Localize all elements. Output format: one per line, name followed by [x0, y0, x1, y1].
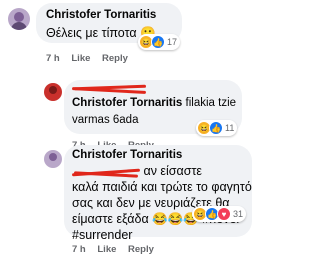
comment-actions: 7 h Like Reply [72, 244, 163, 255]
timestamp[interactable]: 7 h [72, 244, 86, 255]
comment-text: καλά παιδιά και τρώτε το φαγητό [72, 180, 252, 194]
avatar[interactable] [44, 150, 62, 168]
reaction-summary[interactable]: 😆 👍 17 [138, 34, 181, 50]
reaction-summary[interactable]: 😆 👍 11 [196, 120, 238, 136]
timestamp[interactable]: 7 h [46, 53, 60, 64]
comment-text: αν είσαστε [143, 164, 202, 178]
reply-link[interactable]: Reply [128, 244, 154, 255]
redacted-mention [71, 166, 141, 178]
avatar[interactable] [44, 83, 62, 101]
comment-author[interactable]: Christofer Tornaritis [46, 9, 156, 21]
like-icon: 👍 [151, 35, 165, 49]
comment-author[interactable]: Christofer Tornaritis [72, 149, 182, 161]
reaction-count: 11 [225, 123, 235, 133]
reaction-summary[interactable]: 😆 👍 ♥ 31 [192, 206, 247, 222]
comment-actions: 7 h Like Reply [46, 53, 137, 64]
comment-text: varmas 6ada [72, 114, 139, 126]
reaction-count: 17 [167, 37, 178, 47]
reaction-count: 31 [233, 209, 244, 219]
comment-text: filakia tzie [185, 97, 237, 109]
comment-text: #surrender [72, 228, 133, 242]
like-link[interactable]: Like [71, 53, 90, 64]
love-icon: ♥ [217, 207, 231, 221]
like-link[interactable]: Like [97, 244, 116, 255]
like-icon: 👍 [209, 121, 223, 135]
comment-bubble: Christofer Tornaritis αν είσαστε καλά πα… [64, 145, 252, 242]
reply-link[interactable]: Reply [102, 53, 128, 64]
avatar[interactable] [8, 8, 30, 30]
tagged-author[interactable]: Christofer Tornaritis [72, 97, 182, 109]
